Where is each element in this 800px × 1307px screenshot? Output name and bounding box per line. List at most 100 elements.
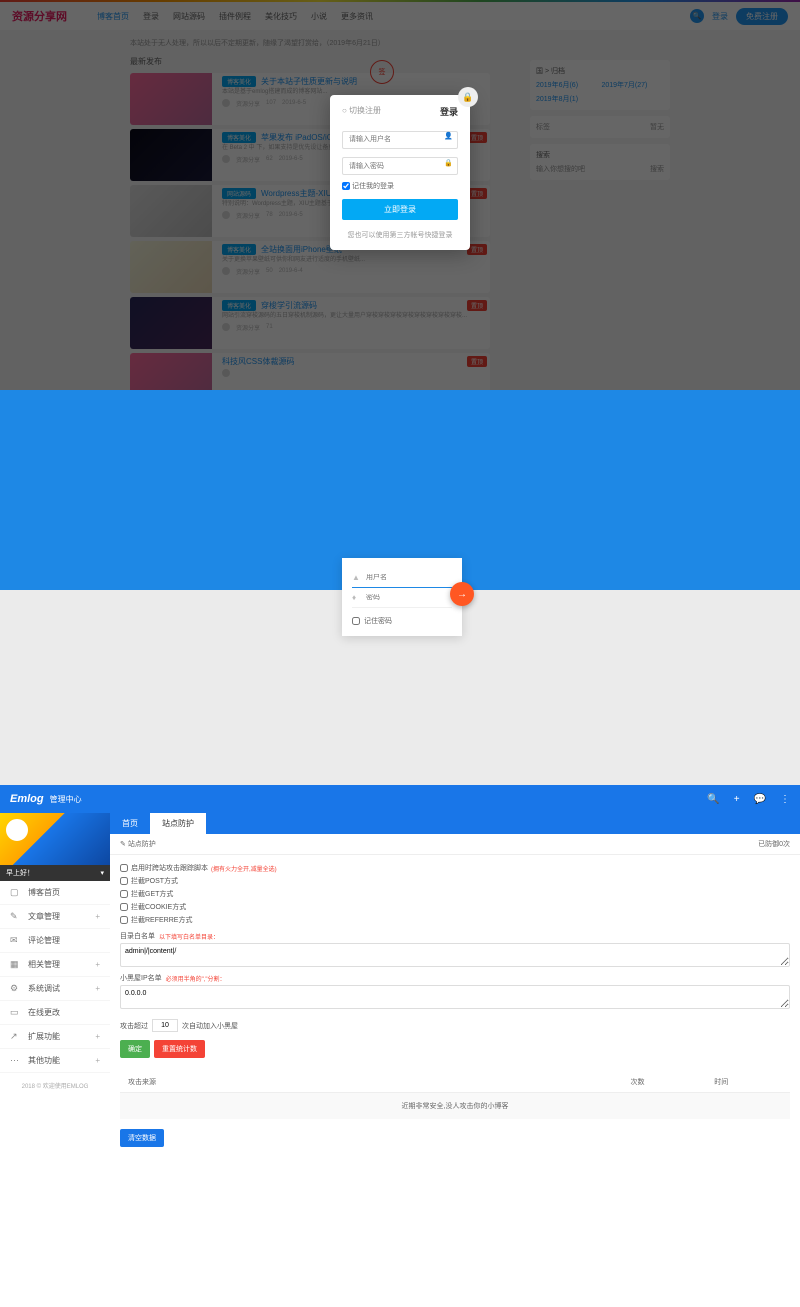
expand-icon[interactable]: + bbox=[95, 1056, 100, 1065]
option-label: 拦截COOKIE方式 bbox=[131, 902, 186, 912]
blackip-textarea[interactable] bbox=[120, 985, 790, 1009]
defense-count: 已防御0次 bbox=[758, 839, 790, 849]
menu-label: 系统调试 bbox=[28, 983, 60, 994]
lock-icon: 🔒 bbox=[444, 159, 453, 167]
username-input[interactable] bbox=[366, 574, 446, 581]
password-input[interactable] bbox=[342, 157, 458, 175]
menu-icon: ▦ bbox=[10, 959, 20, 970]
reset-stats-button[interactable]: 重置统计数 bbox=[154, 1040, 205, 1058]
menu-icon: ⚙ bbox=[10, 983, 20, 994]
add-icon[interactable]: + bbox=[734, 794, 740, 805]
attack-count-input[interactable] bbox=[152, 1019, 178, 1032]
content-tabs: 首页 站点防护 bbox=[110, 813, 800, 834]
close-icon[interactable]: 🔒 bbox=[458, 87, 478, 107]
menu-label: 扩展功能 bbox=[28, 1031, 60, 1042]
user-avatar[interactable] bbox=[6, 819, 28, 841]
admin-topbar: Emlog 管理中心 🔍 + 💬 ⋮ bbox=[0, 785, 800, 813]
user-icon: 👤 bbox=[444, 132, 453, 140]
option-checkbox-row[interactable]: 拦截GET方式 bbox=[120, 889, 790, 899]
sidebar-item[interactable]: ▦ 相关管理 + bbox=[0, 953, 110, 977]
sidebar-item[interactable]: ▢ 博客首页 bbox=[0, 881, 110, 905]
menu-label: 评论管理 bbox=[28, 935, 60, 946]
option-label: 拦截POST方式 bbox=[131, 876, 178, 886]
option-checkbox-row[interactable]: 启用时跨站攻击跟踪脚本 (拥有火力全开,减量全选) bbox=[120, 863, 790, 873]
th-source: 攻击来源 bbox=[120, 1072, 623, 1093]
user-icon: ▲ bbox=[352, 573, 360, 582]
remember-text: 记住我的登录 bbox=[352, 181, 394, 191]
count-suffix: 次自动加入小黑屋 bbox=[182, 1021, 238, 1031]
key-icon: ♦ bbox=[352, 593, 360, 602]
expand-icon[interactable]: + bbox=[95, 912, 100, 921]
login-modal: 🔒 ○ 切换注册 登录 👤 🔒 记住我的登录 立即登录 您也可以使用第三方帐号快… bbox=[330, 95, 470, 250]
option-checkbox-row[interactable]: 拦截COOKIE方式 bbox=[120, 902, 790, 912]
tab-home[interactable]: 首页 bbox=[110, 813, 150, 834]
attack-log-table: 攻击来源 次数 时间 近期非常安全,没人攻击你的小博客 bbox=[120, 1072, 790, 1119]
option-label: 拦截GET方式 bbox=[131, 889, 173, 899]
whitelist-hint: 以下填写白名单目录： bbox=[159, 932, 219, 941]
arrow-right-icon: → bbox=[457, 589, 467, 600]
whitelist-textarea[interactable] bbox=[120, 943, 790, 967]
sidebar-item[interactable]: ↗ 扩展功能 + bbox=[0, 1025, 110, 1049]
option-checkbox[interactable] bbox=[120, 877, 128, 885]
sidebar-item[interactable]: ⚙ 系统调试 + bbox=[0, 977, 110, 1001]
remember-text: 记住密码 bbox=[364, 616, 392, 626]
modal-tab-register[interactable]: ○ 切换注册 bbox=[342, 105, 381, 118]
remember-checkbox-label[interactable]: 记住我的登录 bbox=[342, 181, 458, 191]
option-checkbox-row[interactable]: 拦截POST方式 bbox=[120, 876, 790, 886]
menu-label: 在线更改 bbox=[28, 1007, 60, 1018]
clear-data-button[interactable]: 清空数据 bbox=[120, 1129, 164, 1147]
sidebar-item[interactable]: ✎ 文章管理 + bbox=[0, 905, 110, 929]
remember-checkbox-label[interactable]: 记住密码 bbox=[352, 608, 452, 626]
login-submit-button[interactable]: 立即登录 bbox=[342, 199, 458, 220]
menu-icon: ▢ bbox=[10, 887, 20, 898]
brand-name[interactable]: Emlog bbox=[10, 793, 44, 805]
username-input[interactable] bbox=[342, 131, 458, 149]
menu-label: 相关管理 bbox=[28, 959, 60, 970]
chat-icon[interactable]: 💬 bbox=[754, 794, 766, 805]
confirm-button[interactable]: 确定 bbox=[120, 1040, 150, 1058]
th-time: 时间 bbox=[706, 1072, 790, 1093]
sidebar-item[interactable]: ⋯ 其他功能 + bbox=[0, 1049, 110, 1073]
modal-tab-login[interactable]: 登录 bbox=[440, 105, 458, 118]
blackip-label: 小黑屋IP名单 bbox=[120, 973, 162, 983]
expand-icon[interactable]: + bbox=[95, 960, 100, 969]
chevron-down-icon[interactable]: ▾ bbox=[100, 869, 104, 877]
option-checkbox[interactable] bbox=[120, 864, 128, 872]
sidebar-item[interactable]: ✉ 评论管理 bbox=[0, 929, 110, 953]
sidebar-item[interactable]: ▭ 在线更改 bbox=[0, 1001, 110, 1025]
option-hint: (拥有火力全开,减量全选) bbox=[211, 864, 277, 873]
menu-label: 文章管理 bbox=[28, 911, 60, 922]
menu-label: 其他功能 bbox=[28, 1055, 60, 1066]
option-checkbox-row[interactable]: 拦截REFERRE方式 bbox=[120, 915, 790, 925]
option-label: 拦截REFERRE方式 bbox=[131, 915, 192, 925]
search-icon[interactable]: 🔍 bbox=[707, 794, 719, 805]
expand-icon[interactable]: + bbox=[95, 984, 100, 993]
sidebar-menu: ▢ 博客首页 ✎ 文章管理 +✉ 评论管理 ▦ 相关管理 +⚙ 系统调试 +▭ … bbox=[0, 881, 110, 1073]
th-count: 次数 bbox=[623, 1072, 707, 1093]
count-prefix: 攻击超过 bbox=[120, 1021, 148, 1031]
more-icon[interactable]: ⋮ bbox=[780, 794, 790, 805]
avatar-banner bbox=[0, 813, 110, 865]
option-checkbox[interactable] bbox=[120, 916, 128, 924]
remember-checkbox[interactable] bbox=[342, 182, 350, 190]
brand-subtitle: 管理中心 bbox=[50, 794, 82, 805]
social-login-text: 您也可以使用第三方帐号快捷登录 bbox=[342, 230, 458, 240]
whitelist-label: 目录白名单 bbox=[120, 931, 155, 941]
option-checkbox[interactable] bbox=[120, 903, 128, 911]
submit-fab-button[interactable]: → bbox=[450, 582, 474, 606]
greeting-text: 早上好！ bbox=[6, 868, 34, 878]
option-checkbox[interactable] bbox=[120, 890, 128, 898]
tab-protection[interactable]: 站点防护 bbox=[150, 813, 206, 834]
table-empty-row: 近期非常安全,没人攻击你的小博客 bbox=[120, 1093, 790, 1120]
remember-checkbox[interactable] bbox=[352, 617, 360, 625]
sidebar-footer: 2018 © 欢迎使用EMLOG bbox=[0, 1073, 110, 1098]
expand-icon[interactable]: + bbox=[95, 1032, 100, 1041]
menu-icon: ⋯ bbox=[10, 1055, 20, 1066]
menu-icon: ✎ bbox=[10, 911, 20, 922]
menu-icon: ▭ bbox=[10, 1007, 20, 1018]
option-label: 启用时跨站攻击跟踪脚本 bbox=[131, 863, 208, 873]
menu-icon: ↗ bbox=[10, 1031, 20, 1042]
menu-label: 博客首页 bbox=[28, 887, 60, 898]
password-input[interactable] bbox=[366, 594, 446, 601]
login-card: ▲ ♦ 记住密码 → bbox=[342, 558, 462, 636]
